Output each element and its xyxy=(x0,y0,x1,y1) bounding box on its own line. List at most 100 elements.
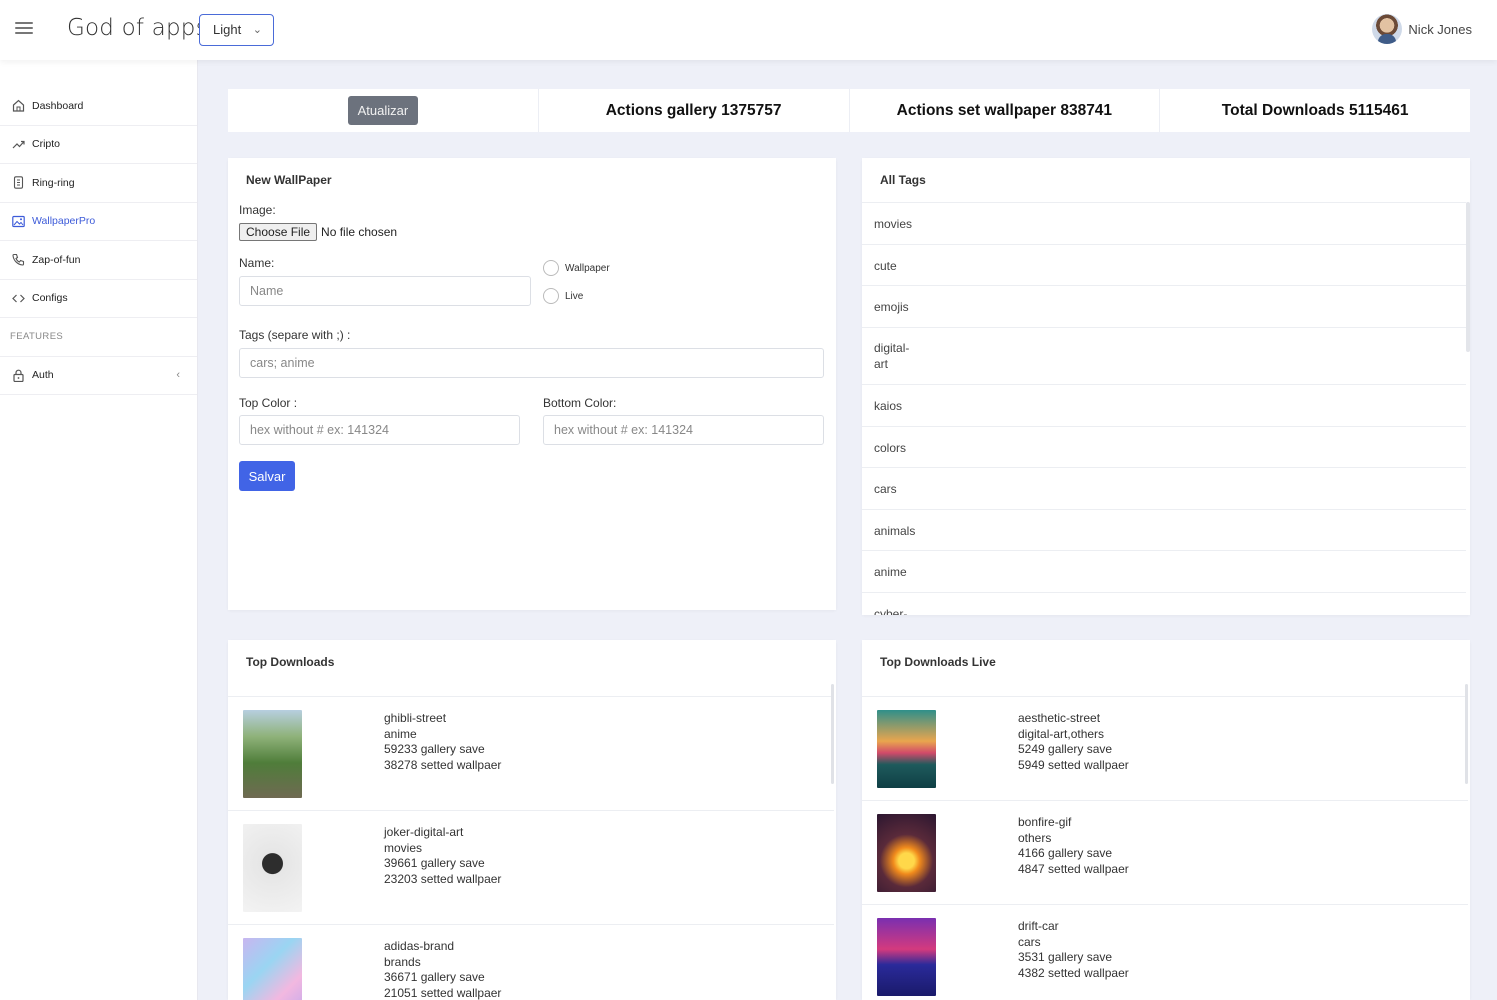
top-downloads-live-card: Top Downloads Live aesthetic-street digi… xyxy=(862,640,1470,1000)
top-color-label: Top Color : xyxy=(239,396,298,410)
save-button[interactable]: Salvar xyxy=(239,461,295,491)
tags-scrollbar[interactable] xyxy=(1466,202,1470,352)
item-setted: 4382 setted wallpaer xyxy=(1018,965,1129,980)
tag-item[interactable]: cyber- xyxy=(862,591,1466,615)
sidebar-item-zap-of-fun[interactable]: Zap-of-fun xyxy=(0,241,197,280)
hamburger-menu-icon[interactable] xyxy=(15,22,33,36)
tag-item[interactable]: movies xyxy=(862,202,1466,244)
list-item[interactable]: ghibli-street anime 59233 gallery save 3… xyxy=(228,696,834,810)
item-info: drift-car cars 3531 gallery save 4382 se… xyxy=(1018,919,1129,981)
stat-update-cell: Atualizar xyxy=(228,89,539,132)
item-tags: brands xyxy=(384,954,421,969)
list-item[interactable]: adidas-brand brands 36671 gallery save 2… xyxy=(228,924,834,1000)
item-gallery: 36671 gallery save xyxy=(384,970,485,985)
item-name: drift-car xyxy=(1018,919,1059,933)
bottom-color-input[interactable]: hex without # ex: 141324 xyxy=(543,415,824,445)
item-info: ghibli-street anime 59233 gallery save 3… xyxy=(384,711,501,773)
phone-device-icon xyxy=(11,176,25,190)
tags-list: movies cute emojis digital- art kaios co… xyxy=(862,202,1466,615)
stats-bar: Atualizar Actions gallery 1375757 Action… xyxy=(228,89,1470,132)
tag-item[interactable]: kaios xyxy=(862,384,1466,426)
item-info: aesthetic-street digital-art,others 5249… xyxy=(1018,711,1129,773)
radio-live-label: Live xyxy=(565,290,584,302)
tags-label: Tags (separe with ;) : xyxy=(239,328,351,342)
sidebar-section-features: FEATURES xyxy=(0,318,197,357)
item-setted: 5949 setted wallpaer xyxy=(1018,757,1129,772)
user-menu[interactable]: Nick Jones xyxy=(1372,14,1472,44)
top-downloads-scrollbar[interactable] xyxy=(831,684,834,784)
tag-item[interactable]: digital- art xyxy=(862,326,1466,385)
tag-item[interactable]: cute xyxy=(862,243,1466,286)
sidebar-item-label: Auth xyxy=(32,369,54,382)
theme-select[interactable]: Light ⌄ xyxy=(199,14,274,46)
radio-live[interactable]: Live xyxy=(543,288,583,304)
app-title: God of apps xyxy=(67,15,208,41)
item-name: ghibli-street xyxy=(384,711,447,725)
name-label: Name: xyxy=(239,256,275,270)
chevron-left-icon: ‹ xyxy=(176,369,180,382)
item-setted: 21051 setted wallpaer xyxy=(384,985,502,1000)
tag-item[interactable]: colors xyxy=(862,425,1466,468)
update-button[interactable]: Atualizar xyxy=(347,96,419,125)
tag-item[interactable]: cars xyxy=(862,467,1466,509)
item-gallery: 4166 gallery save xyxy=(1018,846,1113,861)
item-gallery: 39661 gallery save xyxy=(384,856,485,871)
radio-circle-icon xyxy=(543,288,559,304)
wallpaper-thumbnail xyxy=(243,824,302,912)
home-icon xyxy=(11,99,25,113)
phone-call-icon xyxy=(11,253,25,267)
sidebar-item-auth[interactable]: Auth ‹ xyxy=(0,357,197,395)
no-file-text: No file chosen xyxy=(321,225,398,239)
bottom-color-label: Bottom Color: xyxy=(543,396,617,410)
item-tags: digital-art,others xyxy=(1018,726,1105,741)
sidebar-item-dashboard[interactable]: Dashboard xyxy=(0,87,197,126)
item-tags: movies xyxy=(384,840,423,855)
item-info: bonfire-gif others 4166 gallery save 484… xyxy=(1018,815,1129,877)
list-item[interactable]: drift-car cars 3531 gallery save 4382 se… xyxy=(862,904,1468,1000)
list-item[interactable]: bonfire-gif others 4166 gallery save 484… xyxy=(862,800,1468,904)
list-item[interactable]: aesthetic-street digital-art,others 5249… xyxy=(862,696,1468,800)
sidebar-item-label: Ring-ring xyxy=(32,176,75,189)
sidebar-item-ring-ring[interactable]: Ring-ring xyxy=(0,164,197,203)
tag-item[interactable]: anime xyxy=(862,550,1466,592)
wallpaper-thumbnail xyxy=(243,710,302,798)
sidebar-item-wallpaperpro[interactable]: WallpaperPro xyxy=(0,203,197,241)
theme-select-value: Light xyxy=(213,22,242,37)
wallpaper-thumbnail xyxy=(877,710,936,788)
tags-input[interactable]: cars; anime xyxy=(239,348,824,378)
wallpaper-thumbnail xyxy=(877,918,936,996)
all-tags-card: All Tags movies cute emojis digital- art… xyxy=(862,158,1470,615)
top-downloads-live-scrollbar[interactable] xyxy=(1465,684,1468,784)
item-setted: 23203 setted wallpaer xyxy=(384,871,502,886)
sidebar-item-label: Dashboard xyxy=(32,99,84,112)
item-name: aesthetic-street xyxy=(1018,711,1101,725)
sidebar-item-label: Configs xyxy=(32,292,68,305)
choose-file-button[interactable]: Choose File xyxy=(239,223,318,241)
sidebar: Dashboard Cripto Ring-ring WallpaperPro … xyxy=(0,60,198,1000)
radio-wallpaper[interactable]: Wallpaper xyxy=(543,260,610,276)
stat-total-downloads: Total Downloads 5115461 xyxy=(1221,101,1409,119)
top-bar: God of apps Light ⌄ Nick Jones xyxy=(0,0,1497,60)
image-icon xyxy=(11,214,25,228)
item-info: joker-digital-art movies 39661 gallery s… xyxy=(384,825,501,887)
chevron-down-icon: ⌄ xyxy=(252,24,262,36)
tag-item[interactable]: animals xyxy=(862,508,1466,551)
top-color-input[interactable]: hex without # ex: 141324 xyxy=(239,415,520,445)
name-input[interactable]: Name xyxy=(239,276,531,306)
avatar xyxy=(1372,14,1403,44)
list-item[interactable]: joker-digital-art movies 39661 gallery s… xyxy=(228,810,834,924)
tag-item[interactable]: emojis xyxy=(862,285,1466,327)
item-name: adidas-brand xyxy=(384,939,455,953)
code-icon xyxy=(11,291,25,305)
item-gallery: 59233 gallery save xyxy=(384,742,485,757)
sidebar-item-configs[interactable]: Configs xyxy=(0,280,197,318)
sidebar-item-label: Zap-of-fun xyxy=(32,253,81,266)
sidebar-item-label: Cripto xyxy=(32,138,61,151)
wallpaper-thumbnail xyxy=(877,814,936,892)
sidebar-item-label: WallpaperPro xyxy=(32,215,96,228)
image-label: Image: xyxy=(239,203,276,217)
sidebar-item-cripto[interactable]: Cripto xyxy=(0,126,197,164)
radio-wallpaper-label: Wallpaper xyxy=(565,262,610,274)
card-title: Top Downloads Live xyxy=(880,655,996,669)
file-input: Choose File No file chosen xyxy=(239,223,397,241)
